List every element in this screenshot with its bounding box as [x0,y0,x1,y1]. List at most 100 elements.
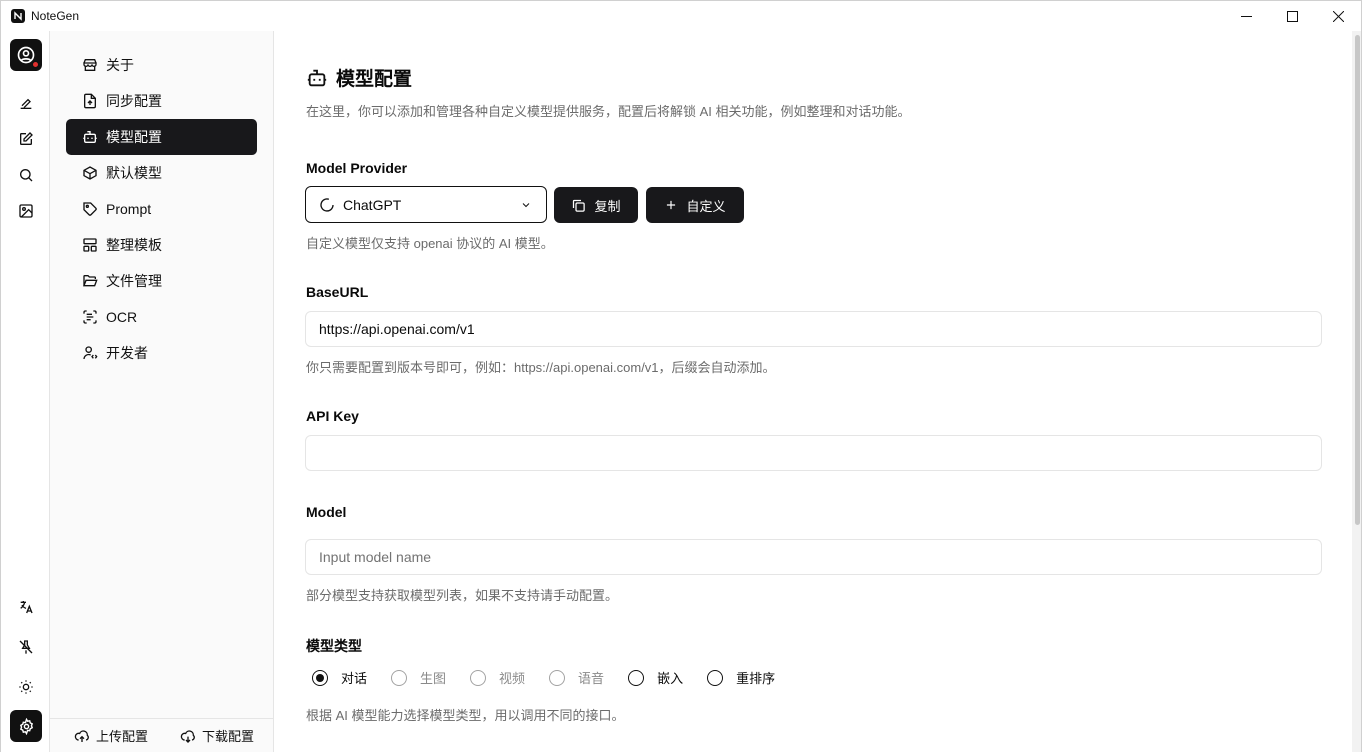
copy-label: 复制 [594,198,621,214]
rail-settings-button[interactable] [10,710,42,742]
model-placeholder: Input model name [319,549,432,565]
nav-item-label: 整理模板 [106,237,162,253]
icon-rail [0,31,50,752]
nav-footer: 上传配置 下载配置 [50,718,273,752]
rail-theme-button[interactable] [16,677,36,697]
rail-search-button[interactable] [16,165,36,185]
nav-item-prompt[interactable]: Prompt [66,191,257,227]
radio-circle [391,669,408,686]
nav-item-label: 同步配置 [106,93,162,109]
plus-icon [667,200,676,210]
model-label: Model [306,504,347,520]
rail-record-button[interactable] [16,93,36,113]
radio-video[interactable]: 视频 [470,668,525,687]
scrollbar[interactable] [1352,31,1362,752]
window-title: NoteGen [31,9,80,23]
upload-config-button[interactable]: 上传配置 [74,726,148,745]
radio-label: 生图 [420,671,447,686]
close-icon [1332,11,1344,22]
provider-label: Model Provider [306,160,408,176]
highlighter-icon [20,98,32,109]
radio-circle [312,669,328,686]
provider-select[interactable]: ChatGPT [305,186,547,223]
maximize-button[interactable] [1269,1,1315,32]
page-title: 模型配置 [306,64,412,91]
custom-label: 自定义 [686,198,726,214]
radio-circle [470,669,487,686]
radio-embedding[interactable]: 嵌入 [628,668,683,687]
radio-circle [707,669,724,686]
settings-nav: 关于 同步配置 模型配置 默认模型 Prompt 整理模板 文件管理 OCR 开… [50,31,274,752]
nav-item-about[interactable]: 关于 [66,47,257,83]
rail-language-button[interactable] [16,597,36,617]
search-icon [20,169,33,182]
nav-item-files[interactable]: 文件管理 [66,263,257,299]
scan-text-icon [81,308,99,326]
minimize-icon [1240,16,1252,17]
nav-item-label: OCR [106,309,138,325]
user-code-icon [81,344,99,362]
bot-icon [307,69,327,86]
store-icon [81,56,99,74]
edit-icon [20,132,33,145]
upload-config-label: 上传配置 [96,729,149,744]
nav-item-developer[interactable]: 开发者 [66,335,257,371]
main-content: 模型配置 在这里，你可以添加和管理各种自定义模型提供服务，配置后将解锁 AI 相… [274,31,1352,752]
page-title-text: 模型配置 [336,69,413,90]
model-type-hint: 根据 AI 模型能力选择模型类型，用以调用不同的接口。 [306,708,625,723]
page-description: 在这里，你可以添加和管理各种自定义模型提供服务，配置后将解锁 AI 相关功能，例… [306,104,911,119]
nav-item-label: Prompt [106,201,152,217]
copy-button[interactable]: 复制 [554,187,638,223]
nav-item-sync[interactable]: 同步配置 [66,83,257,119]
maximize-icon [1286,11,1298,22]
nav-item-default-model[interactable]: 默认模型 [66,155,257,191]
sun-icon [19,680,33,694]
baseurl-value: https://api.openai.com/v1 [319,321,475,337]
note-icon [11,9,25,23]
nav-item-model-config[interactable]: 模型配置 [66,119,257,155]
image-icon [19,204,33,218]
radio-circle [549,669,566,686]
title-bar: NoteGen [0,0,1362,31]
tag-icon [81,200,99,218]
model-hint: 部分模型支持获取模型列表，如果不支持请手动配置。 [306,588,619,603]
apikey-label: API Key [306,408,359,424]
notification-dot [32,61,39,68]
minimize-button[interactable] [1223,1,1269,32]
rail-image-button[interactable] [16,201,36,221]
layout-icon [81,236,99,254]
download-config-button[interactable]: 下载配置 [180,726,254,745]
chevron-down-icon [522,203,530,208]
nav-item-label: 文件管理 [106,273,162,289]
cloud-download-icon [180,729,195,743]
radio-circle [628,669,645,686]
radio-label: 对话 [341,671,368,686]
nav-item-label: 开发者 [106,345,148,361]
rail-pin-button[interactable] [16,637,36,657]
radio-chat[interactable]: 对话 [312,668,367,687]
apikey-input[interactable] [305,435,1322,471]
radio-rerank[interactable]: 重排序 [707,668,775,687]
baseurl-hint: 你只需要配置到版本号即可，例如：https://api.openai.com/v… [306,360,776,375]
model-input[interactable]: Input model name [305,539,1322,575]
rail-write-button[interactable] [16,129,36,149]
provider-hint: 自定义模型仅支持 openai 协议的 AI 模型。 [306,236,554,251]
radio-label: 重排序 [736,671,776,686]
bot-icon [81,128,99,146]
nav-item-label: 模型配置 [106,129,162,145]
radio-label: 嵌入 [657,671,684,686]
gear-icon [19,717,33,735]
nav-item-ocr[interactable]: OCR [66,299,257,335]
custom-button[interactable]: 自定义 [646,187,744,223]
baseurl-input[interactable]: https://api.openai.com/v1 [305,311,1322,347]
nav-item-label: 关于 [106,57,134,73]
radio-audio[interactable]: 语音 [549,668,604,687]
box-icon [81,164,99,182]
nav-item-template[interactable]: 整理模板 [66,227,257,263]
translate-icon [20,601,33,614]
radio-image[interactable]: 生图 [391,668,446,687]
avatar-button[interactable] [10,39,42,71]
close-button[interactable] [1315,1,1361,32]
scrollbar-thumb[interactable] [1355,35,1360,525]
file-sync-icon [81,92,99,110]
